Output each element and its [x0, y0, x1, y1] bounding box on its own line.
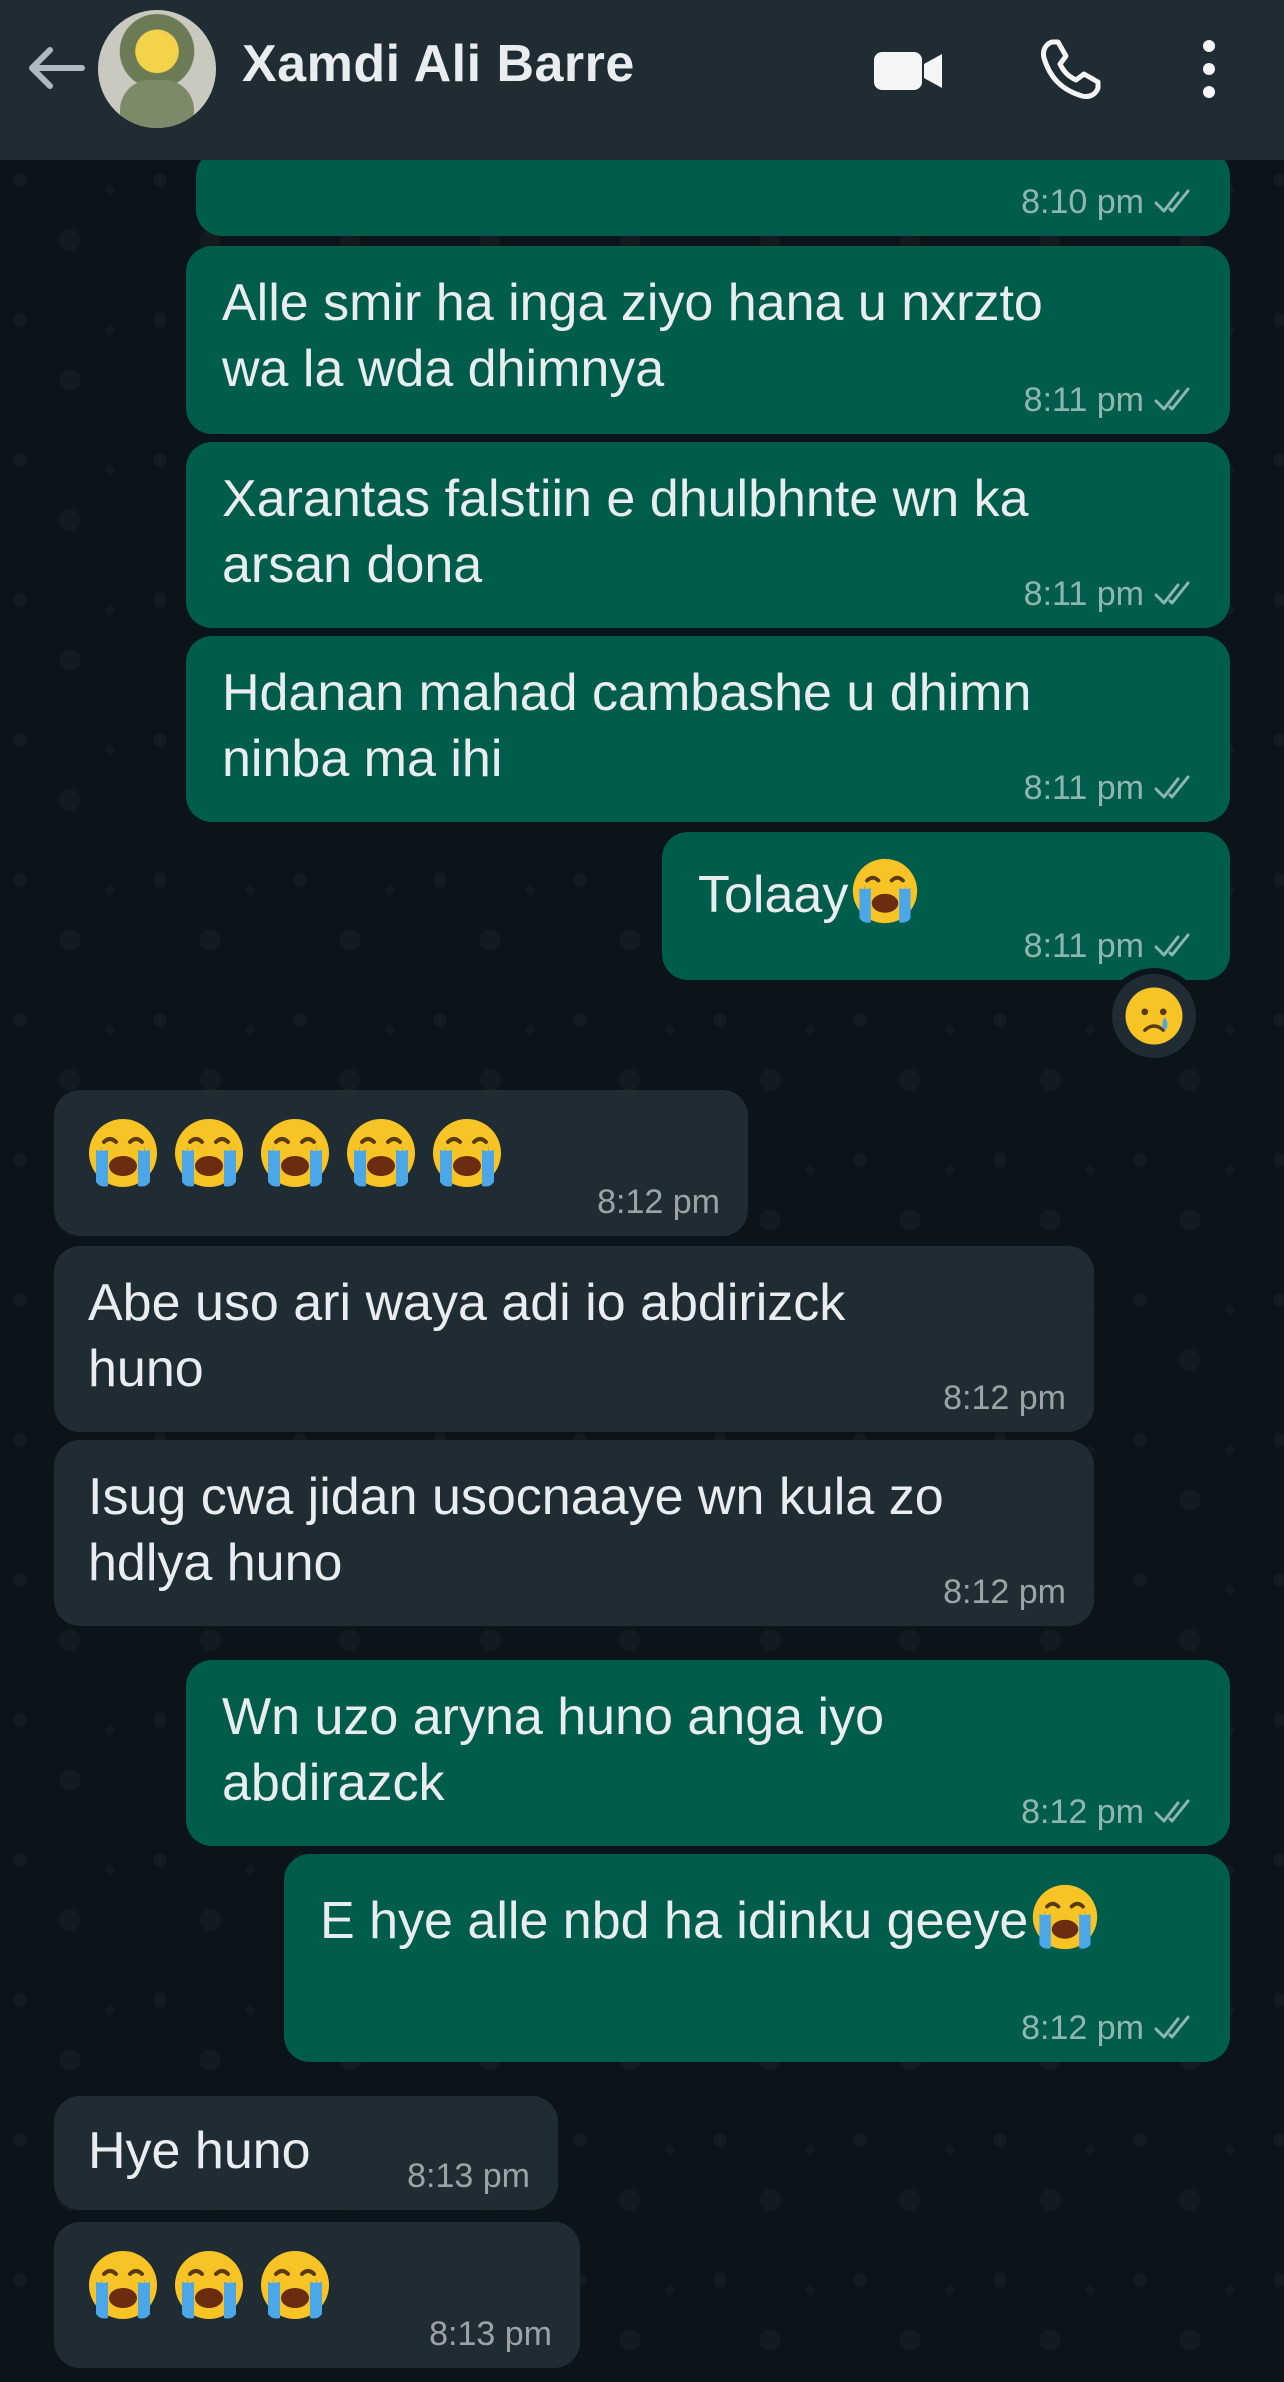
message-time: 8:13 pm [407, 2157, 530, 2195]
message-time: 8:11 pm [1023, 769, 1144, 807]
read-ticks-icon [1154, 775, 1196, 801]
incoming-message[interactable]: 8:13 pm [54, 2222, 580, 2368]
more-options-icon[interactable] [1196, 38, 1222, 100]
message-time: 8:13 pm [429, 2315, 552, 2353]
incoming-message[interactable]: Isug cwa jidan usocnaaye wn kula zo hdly… [54, 1440, 1094, 1626]
loudly-crying-face-icon [850, 856, 920, 926]
message-time: 8:10 pm [1021, 183, 1144, 221]
message-reaction[interactable] [1106, 968, 1202, 1064]
crying-face-icon [1123, 985, 1185, 1047]
read-ticks-icon [1154, 387, 1196, 413]
outgoing-message[interactable]: Alle smir ha inga ziyo hana u nxrzto wa … [186, 246, 1230, 434]
message-time: 8:11 pm [1023, 381, 1144, 419]
incoming-message[interactable]: Abe uso ari waya adi io abdirizck huno 8… [54, 1246, 1094, 1432]
loudly-crying-face-icon [1030, 1882, 1100, 1952]
chat-header: Xamdi Ali Barre [0, 0, 1284, 160]
message-text: Alle smir ha inga ziyo hana u nxrzto wa … [222, 274, 1043, 398]
message-text: Xarantas falstiin e dhulbhnte wn ka arsa… [222, 470, 1029, 594]
loudly-crying-face-icon [258, 1116, 332, 1190]
read-ticks-icon [1154, 933, 1196, 959]
message-time: 8:11 pm [1023, 927, 1144, 965]
outgoing-message[interactable]: Tolaay 8:11 pm [662, 832, 1230, 980]
message-time: 8:11 pm [1023, 575, 1144, 613]
contact-avatar[interactable] [98, 10, 216, 128]
loudly-crying-face-icon [430, 1116, 504, 1190]
message-text: Abe uso ari waya adi io abdirizck huno [88, 1274, 846, 1398]
message-time: 8:12 pm [943, 1379, 1066, 1417]
contact-name[interactable]: Xamdi Ali Barre [242, 34, 635, 94]
read-ticks-icon [1154, 581, 1196, 607]
outgoing-message[interactable]: E hye alle nbd ha idinku geeye 8:12 pm [284, 1854, 1230, 2062]
outgoing-message[interactable]: Hdanan mahad cambashe u dhimn ninba ma i… [186, 636, 1230, 822]
message-text: Isug cwa jidan usocnaaye wn kula zo hdly… [88, 1468, 944, 1592]
read-ticks-icon [1154, 189, 1196, 215]
message-text: Hye huno [88, 2122, 311, 2180]
loudly-crying-face-icon [172, 1116, 246, 1190]
message-text: E hye alle nbd ha idinku geeye [320, 1892, 1029, 1950]
incoming-message[interactable]: 8:12 pm [54, 1090, 748, 1236]
voice-call-icon[interactable] [1038, 38, 1102, 102]
message-text: Hdanan mahad cambashe u dhimn ninba ma i… [222, 664, 1032, 788]
loudly-crying-face-icon [258, 2248, 332, 2322]
message-time: 8:12 pm [1021, 2009, 1144, 2047]
loudly-crying-face-icon [344, 1116, 418, 1190]
read-ticks-icon [1154, 2015, 1196, 2041]
message-text: Wn uzo aryna huno anga iyo abdirazck [222, 1688, 884, 1812]
message-time: 8:12 pm [597, 1183, 720, 1221]
message-time: 8:12 pm [943, 1573, 1066, 1611]
loudly-crying-face-icon [86, 2248, 160, 2322]
message-time: 8:12 pm [1021, 1793, 1144, 1831]
back-arrow-icon[interactable] [24, 44, 88, 92]
message-text: Tolaay [698, 866, 849, 924]
outgoing-message[interactable]: Wn uzo aryna huno anga iyo abdirazck 8:1… [186, 1660, 1230, 1846]
video-call-icon[interactable] [872, 46, 944, 96]
loudly-crying-face-icon [86, 1116, 160, 1190]
loudly-crying-face-icon [172, 2248, 246, 2322]
incoming-message[interactable]: Hye huno 8:13 pm [54, 2096, 558, 2210]
outgoing-message[interactable]: 8:10 pm [196, 150, 1230, 236]
read-ticks-icon [1154, 1799, 1196, 1825]
outgoing-message[interactable]: Xarantas falstiin e dhulbhnte wn ka arsa… [186, 442, 1230, 628]
